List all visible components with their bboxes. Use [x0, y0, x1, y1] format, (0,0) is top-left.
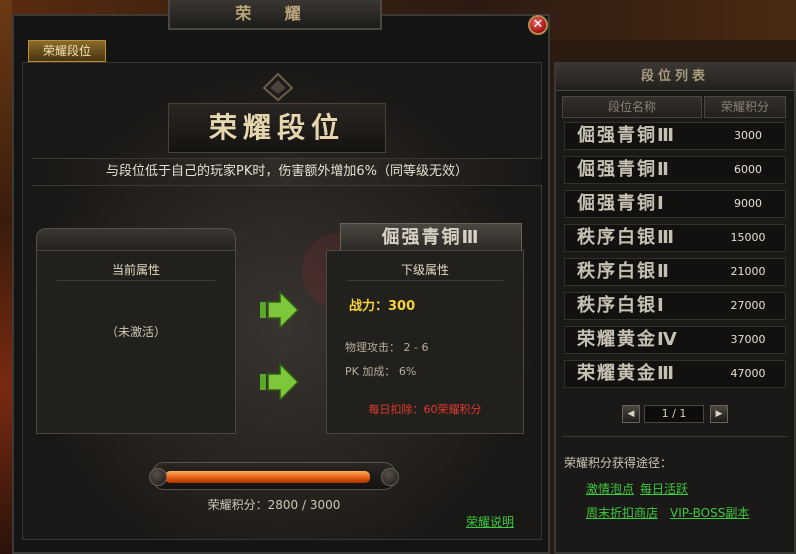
rank-name: 荣耀黄金Ⅲ — [577, 363, 677, 384]
rank-points: 15000 — [730, 231, 766, 244]
current-panel-cap — [36, 228, 236, 250]
pk-bonus-stat: PK 加成： 6% — [345, 365, 417, 378]
inactive-status: （未激活） — [105, 325, 166, 339]
current-attributes-title: 当前属性 — [111, 263, 160, 277]
tab-honor-rank[interactable]: 荣耀段位 — [28, 40, 106, 62]
honor-progress-bar — [149, 462, 399, 490]
rank-name: 秩序白银Ⅲ — [577, 227, 677, 248]
rank-row: 倔强青铜Ⅰ 9000 — [564, 190, 786, 218]
divider — [562, 436, 788, 437]
bar-cap-right — [381, 468, 399, 486]
prev-page-button[interactable]: ◀ — [622, 405, 640, 423]
rank-row: 秩序白银Ⅱ 21000 — [564, 258, 786, 286]
rank-description: 与段位低于自己的玩家PK时，伤害额外增加6%（同等级无效） — [32, 158, 542, 186]
next-page-button[interactable]: ▶ — [710, 405, 728, 423]
rank-name: 秩序白银Ⅰ — [577, 295, 666, 316]
rank-heading: 荣耀段位 — [168, 103, 386, 153]
rank-name: 倔强青铜Ⅲ — [577, 125, 677, 146]
rank-points: 37000 — [730, 333, 766, 346]
daily-deduction: 每日扣除：60荣耀积分 — [368, 403, 482, 416]
rank-row: 秩序白银Ⅰ 27000 — [564, 292, 786, 320]
arrow-right-icon — [260, 362, 300, 402]
link-weekend-shop[interactable]: 周末折扣商店 — [586, 504, 658, 521]
divider — [57, 280, 215, 281]
rank-points: 6000 — [734, 163, 762, 176]
rank-row: 秩序白银Ⅲ 15000 — [564, 224, 786, 252]
points-sources-title: 荣耀积分获得途径： — [564, 456, 673, 470]
window-title: 荣 耀 — [168, 0, 382, 30]
column-header-points: 荣耀积分 — [704, 96, 786, 118]
rank-list-panel: 段位列表 段位名称 荣耀积分 倔强青铜Ⅲ 3000 倔强青铜Ⅱ 6000 倔强青… — [554, 62, 796, 554]
rank-points: 27000 — [730, 299, 766, 312]
progress-fill — [165, 471, 371, 483]
rank-name: 荣耀黄金Ⅳ — [577, 329, 679, 350]
rank-points: 9000 — [734, 197, 762, 210]
rank-name: 秩序白银Ⅱ — [577, 261, 671, 282]
rank-row: 荣耀黄金Ⅲ 47000 — [564, 360, 786, 388]
rank-name: 倔强青铜Ⅰ — [577, 193, 666, 214]
page-indicator: 1 / 1 — [644, 405, 704, 423]
bar-cap-left — [149, 468, 167, 486]
honor-explain-link[interactable]: 荣耀说明 — [466, 513, 514, 530]
rank-points: 3000 — [734, 129, 762, 142]
power-value: 战力：300 — [349, 299, 416, 314]
link-vip-boss[interactable]: VIP-BOSS副本 — [670, 504, 749, 521]
rank-list-title: 段位列表 — [556, 64, 794, 91]
rank-points: 47000 — [730, 367, 766, 380]
divider — [347, 280, 503, 281]
attack-stat: 物理攻击： 2 - 6 — [345, 341, 429, 354]
next-attributes-title: 下级属性 — [400, 263, 449, 277]
ornament-icon — [262, 72, 294, 102]
rank-row: 倔强青铜Ⅲ 3000 — [564, 122, 786, 150]
rank-points: 21000 — [730, 265, 766, 278]
rank-row: 荣耀黄金Ⅳ 37000 — [564, 326, 786, 354]
rank-row: 倔强青铜Ⅱ 6000 — [564, 156, 786, 184]
link-passion-bubble[interactable]: 激情泡点 — [586, 480, 634, 497]
close-button[interactable]: ✕ — [528, 15, 548, 35]
next-rank-name: 倔强青铜Ⅲ — [340, 223, 522, 253]
link-daily-active[interactable]: 每日活跃 — [640, 480, 688, 497]
column-header-name: 段位名称 — [562, 96, 702, 118]
background-scene-left — [0, 0, 12, 554]
next-attributes-panel: 下级属性 战力：300 物理攻击： 2 - 6 PK 加成： 6% 每日扣除：6… — [326, 250, 524, 434]
rank-name: 倔强青铜Ⅱ — [577, 159, 671, 180]
arrow-right-icon — [260, 290, 300, 330]
honor-points-label: 荣耀积分：2800 / 3000 — [207, 498, 341, 512]
current-attributes-panel: 当前属性 （未激活） — [36, 250, 236, 434]
